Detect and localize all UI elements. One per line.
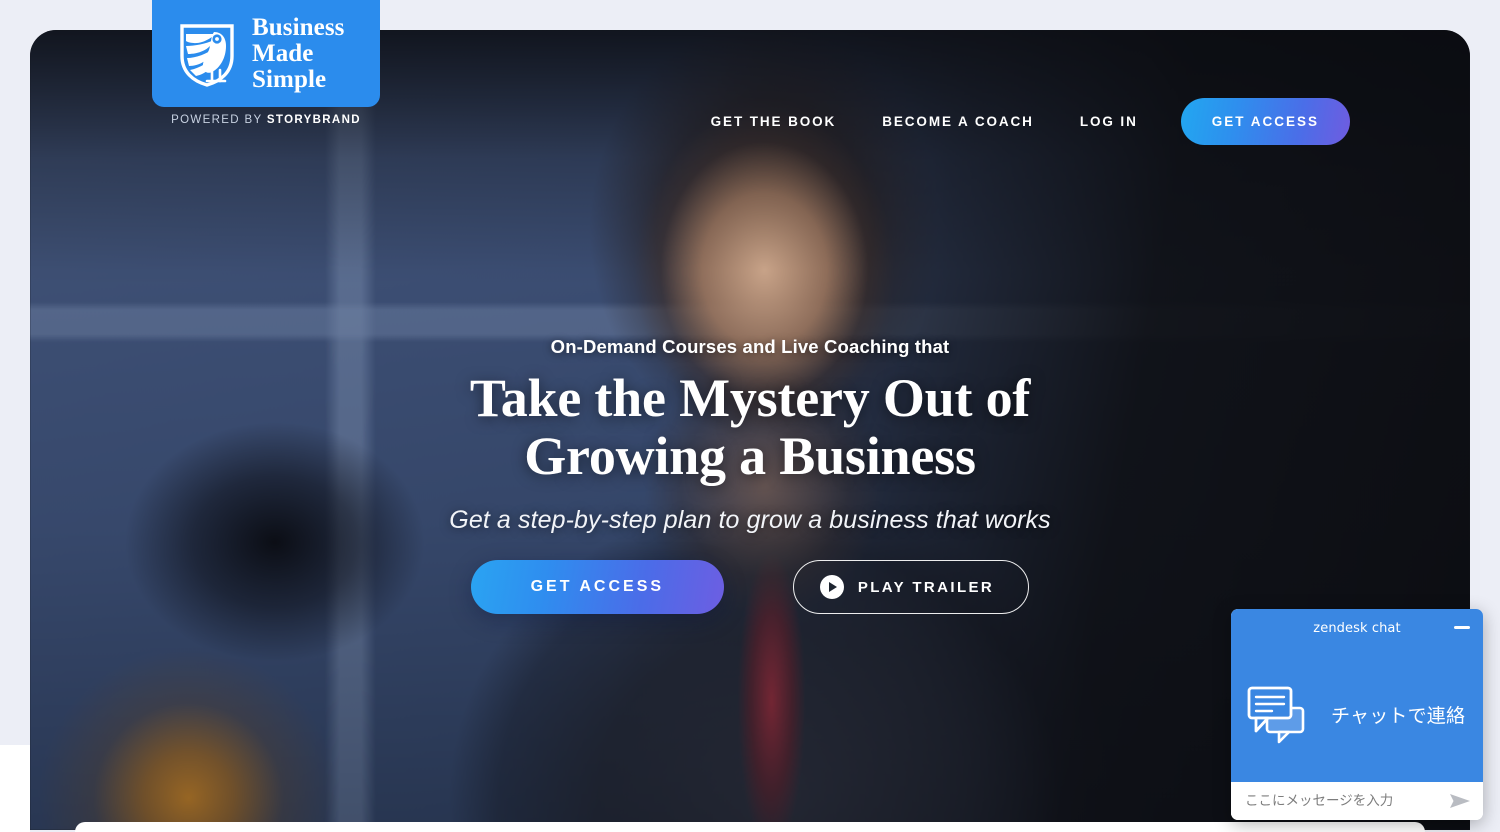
play-trailer-label: PLAY TRAILER [857, 578, 995, 596]
chat-prompt-label: チャットで連絡 [1331, 705, 1466, 727]
hero-headline-line-1: Take the Mystery Out of [469, 368, 1031, 428]
nav-link-get-the-book[interactable]: GET THE BOOK [688, 114, 860, 129]
main-navigation: GET THE BOOK BECOME A COACH LOG IN GET A… [688, 98, 1350, 145]
nav-link-log-in[interactable]: LOG IN [1057, 114, 1161, 129]
hero-play-trailer-button[interactable]: PLAY TRAILER [792, 560, 1030, 614]
send-icon[interactable] [1449, 791, 1471, 811]
chat-bubbles-icon [1247, 686, 1305, 743]
brand-word-3: Simple [252, 65, 327, 93]
chat-body[interactable]: チャットで連絡 [1231, 647, 1483, 782]
hero-get-access-button[interactable]: GET ACCESS [470, 560, 724, 614]
next-section-sheet [75, 822, 1425, 832]
brand-logo-badge[interactable]: Business Made Simple [152, 0, 380, 107]
powered-strong: STORYBRAND [266, 114, 361, 126]
minimize-icon[interactable] [1454, 626, 1470, 629]
chat-input-row[interactable] [1231, 782, 1483, 820]
brand-wordmark: Business Made Simple [252, 13, 345, 93]
powered-by-storybrand: POWERED BY STORYBRAND [152, 114, 380, 126]
chat-message-input[interactable] [1245, 793, 1443, 809]
chat-header[interactable]: zendesk chat [1231, 609, 1483, 647]
zendesk-chat-widget[interactable]: zendesk chat チャットで連絡 [1231, 609, 1483, 820]
powered-prefix: POWERED BY [171, 114, 267, 126]
chat-title: zendesk chat [1313, 620, 1401, 636]
page-root: GET THE BOOK BECOME A COACH LOG IN GET A… [0, 0, 1500, 832]
hero-headline-line-2: Growing a Business [524, 426, 976, 487]
hero-actions: GET ACCESS PLAY TRAILER [30, 560, 1470, 614]
nav-link-become-a-coach[interactable]: BECOME A COACH [859, 114, 1057, 129]
hero-copy: On-Demand Courses and Live Coaching that… [30, 336, 1470, 535]
hero-eyebrow: On-Demand Courses and Live Coaching that [550, 336, 950, 357]
left-white-gutter [0, 745, 30, 832]
hero-subheadline: Get a step-by-step plan to grow a busine… [449, 505, 1051, 534]
nav-get-access-button[interactable]: GET ACCESS [1180, 98, 1350, 145]
brand-word-2: Made [252, 39, 314, 67]
brand-word-1: Business [252, 13, 345, 41]
play-circle-icon [819, 575, 844, 599]
hero-headline: Take the Mystery Out of Growing a Busine… [120, 369, 1380, 486]
owl-shield-icon [180, 23, 234, 87]
